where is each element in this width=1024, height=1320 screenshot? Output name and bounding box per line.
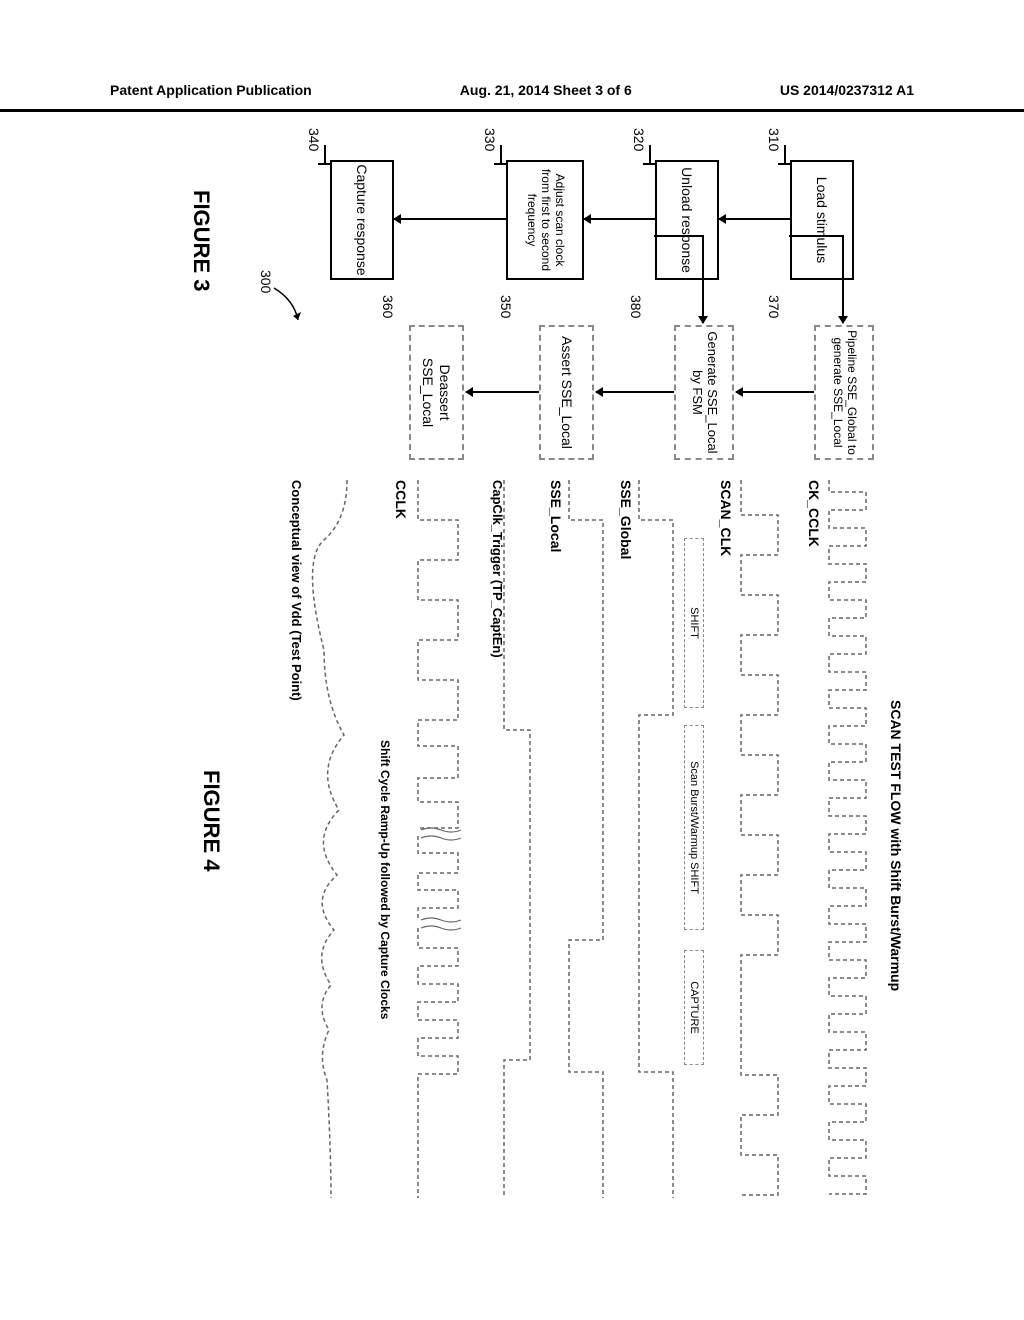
- refline: [643, 163, 655, 165]
- ref-360: 360: [380, 295, 396, 318]
- block-text: Assert SSE_Local: [558, 336, 574, 449]
- refline: [785, 145, 787, 165]
- phase-capture: CAPTURE: [684, 950, 704, 1065]
- ref-320: 320: [631, 128, 647, 151]
- refline: [501, 145, 503, 165]
- ref-350: 350: [498, 295, 514, 318]
- figure-3: Load stimulus Unload response Adjust sca…: [154, 150, 894, 460]
- ref-330: 330: [482, 128, 498, 151]
- arrow-down-icon: [466, 391, 539, 393]
- connector: [654, 235, 704, 237]
- phase-text: SHIFT: [688, 607, 700, 639]
- rotated-content: Load stimulus Unload response Adjust sca…: [110, 150, 914, 1200]
- block-unload-response: Unload response: [655, 160, 719, 280]
- refline: [325, 145, 327, 165]
- block-capture-response: Capture response: [330, 160, 394, 280]
- sig-sse-local: SSE_Local: [548, 480, 564, 552]
- waveform-cclk: [411, 480, 466, 1200]
- page-area: Load stimulus Unload response Adjust sca…: [110, 150, 914, 1200]
- waveform-sse-global: [634, 480, 679, 1200]
- block-text: Capture response: [354, 164, 370, 275]
- ref-310: 310: [766, 128, 782, 151]
- ref-370: 370: [766, 295, 782, 318]
- refline: [494, 163, 506, 165]
- phase-shift: SHIFT: [684, 538, 704, 708]
- arrow-right-icon: [842, 235, 844, 323]
- sig-ck-cclk: CK_CCLK: [806, 480, 822, 547]
- sig-cclk: CCLK: [393, 480, 409, 519]
- block-adjust-clock: Adjust scan clock from first to second f…: [506, 160, 584, 280]
- block-deassert-sse: Deassert SSE_Local: [409, 325, 464, 460]
- waveform-vdd: [299, 480, 359, 1200]
- arrow-right-icon: [702, 235, 704, 323]
- annot-rampup: Shift Cycle Ramp-Up followed by Capture …: [378, 740, 392, 1019]
- sig-sse-global: SSE_Global: [618, 480, 634, 559]
- phase-burst: Scan Burst/Warmup SHIFT: [684, 725, 704, 930]
- sig-scan-clk: SCAN_CLK: [718, 480, 734, 556]
- ref-380: 380: [628, 295, 644, 318]
- block-text: Adjust scan clock from first to second f…: [524, 164, 565, 276]
- phase-text: Scan Burst/Warmup SHIFT: [688, 761, 700, 894]
- fig4-title: SCAN TEST FLOW with Shift Burst/Warmup: [888, 700, 904, 991]
- phase-text: CAPTURE: [688, 981, 700, 1034]
- ref-340: 340: [306, 128, 322, 151]
- block-text: Pipeline SSE_Global to generate SSE_Loca…: [830, 329, 858, 456]
- arrow-down-icon: [394, 218, 506, 220]
- refline: [778, 163, 790, 165]
- figure-4-label: FIGURE 4: [198, 770, 224, 871]
- header-center: Aug. 21, 2014 Sheet 3 of 6: [460, 82, 632, 109]
- header-left: Patent Application Publication: [110, 82, 312, 109]
- refline: [650, 145, 652, 165]
- block-load-stimulus: Load stimulus: [790, 160, 854, 280]
- waveform-scan-clk: [734, 480, 786, 1200]
- figure-3-label: FIGURE 3: [188, 190, 214, 291]
- arrow-down-icon: [719, 218, 790, 220]
- ref-300: 300: [258, 270, 274, 293]
- connector: [789, 235, 844, 237]
- waveform-capclk: [498, 480, 536, 1200]
- arrow-down-icon: [736, 391, 814, 393]
- waveform-ck-cclk: [822, 480, 874, 1200]
- block-gen-sse-fsm: Generate SSE_Local by FSM: [674, 325, 734, 460]
- waveform-sse-local: [564, 480, 609, 1200]
- refline: [318, 163, 330, 165]
- header-right: US 2014/0237312 A1: [780, 82, 914, 109]
- block-pipeline-sse: Pipeline SSE_Global to generate SSE_Loca…: [814, 325, 874, 460]
- figure-4: SCAN TEST FLOW with Shift Burst/Warmup C…: [134, 480, 904, 1200]
- block-assert-sse: Assert SSE_Local: [539, 325, 594, 460]
- block-text: Load stimulus: [814, 177, 830, 263]
- block-text: Unload response: [679, 167, 695, 273]
- block-text: Generate SSE_Local by FSM: [689, 329, 719, 456]
- block-text: Deassert SSE_Local: [420, 329, 452, 456]
- arrow-down-icon: [584, 218, 655, 220]
- arrow-down-icon: [596, 391, 674, 393]
